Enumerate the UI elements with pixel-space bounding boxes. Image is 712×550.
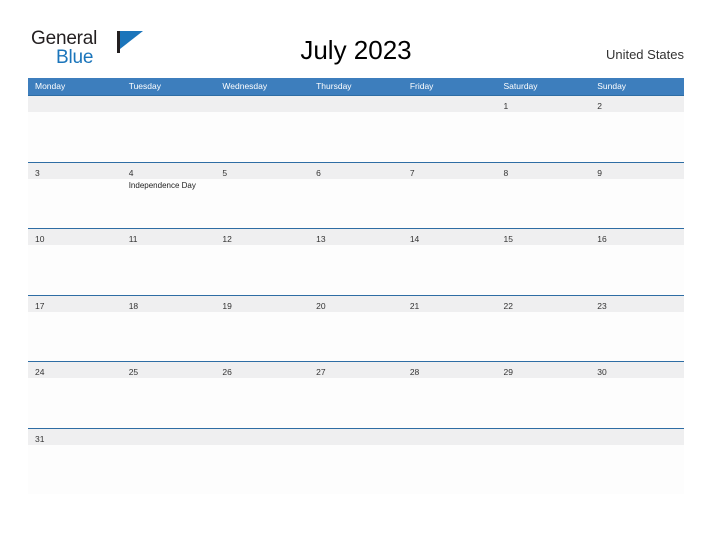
day-number: 25 xyxy=(128,367,139,377)
day-cell[interactable]: 19 xyxy=(215,296,309,312)
weekday-friday: Friday xyxy=(409,81,434,91)
country-label: United States xyxy=(605,47,684,62)
day-cell[interactable]: 25 xyxy=(122,362,216,378)
day-number: 22 xyxy=(503,300,513,311)
day-number: 17 xyxy=(35,300,45,311)
day-cell[interactable]: 14 xyxy=(403,229,497,245)
day-number: 20 xyxy=(316,300,326,311)
day-cell[interactable]: 20 xyxy=(309,296,403,312)
day-cell[interactable] xyxy=(403,429,497,445)
day-cell[interactable]: 16 xyxy=(590,229,684,245)
day-cell[interactable]: 3 xyxy=(28,163,122,179)
day-cell[interactable]: 7 xyxy=(403,163,497,179)
day-cell[interactable]: 4 Independence Day xyxy=(122,163,216,190)
calendar-table: Monday Tuesday Wednesday Thursday Friday… xyxy=(28,78,684,494)
day-number: 21 xyxy=(409,300,420,311)
day-number: 14 xyxy=(409,234,420,244)
week-row: 24 25 26 27 28 29 30 xyxy=(28,361,684,428)
day-cell[interactable] xyxy=(309,96,403,112)
day-cell[interactable]: 27 xyxy=(309,362,403,378)
calendar-page: General Blue July 2023 United States Mon… xyxy=(0,0,712,550)
day-cell[interactable] xyxy=(590,429,684,445)
day-cell[interactable]: 31 xyxy=(28,429,122,445)
day-number: 1 xyxy=(503,101,509,111)
day-cell[interactable]: 23 xyxy=(590,296,684,312)
week-row: 17 18 19 20 21 22 23 xyxy=(28,294,684,361)
day-number: 6 xyxy=(316,167,321,178)
week-row: 10 11 12 13 14 15 16 xyxy=(28,228,684,295)
week-row: 3 4 Independence Day 5 6 7 8 9 xyxy=(28,161,684,228)
weekday-sunday: Sunday xyxy=(597,81,627,91)
weekday-header-row: Monday Tuesday Wednesday Thursday Friday… xyxy=(28,78,684,95)
day-cell[interactable]: 18 xyxy=(122,296,216,312)
day-cell[interactable]: 12 xyxy=(215,229,309,245)
week-band: 3 4 Independence Day 5 6 7 8 9 xyxy=(28,162,684,190)
day-number: 31 xyxy=(35,433,45,444)
day-cell[interactable]: 2 xyxy=(590,96,684,112)
day-cell[interactable]: 10 xyxy=(28,229,122,245)
day-cell[interactable] xyxy=(497,429,591,445)
week-band: 31 xyxy=(28,428,684,445)
day-cell[interactable]: 9 xyxy=(590,163,684,179)
day-number: 2 xyxy=(597,101,602,111)
day-number: 23 xyxy=(597,300,607,311)
weekday-tuesday: Tuesday xyxy=(128,81,161,91)
week-row: 31 xyxy=(28,427,684,494)
day-cell[interactable] xyxy=(309,429,403,445)
day-number: 30 xyxy=(597,367,607,377)
day-number: 10 xyxy=(35,234,45,244)
day-number: 28 xyxy=(409,367,420,377)
week-band: 1 2 xyxy=(28,96,684,112)
day-number: 29 xyxy=(503,367,513,377)
day-number: 13 xyxy=(316,234,326,244)
weekday-saturday: Saturday xyxy=(503,81,538,91)
day-cell[interactable] xyxy=(122,429,216,445)
day-cell[interactable]: 6 xyxy=(309,163,403,179)
day-cell[interactable]: 21 xyxy=(403,296,497,312)
weekday-thursday: Thursday xyxy=(316,81,352,91)
day-number: 3 xyxy=(35,167,40,178)
day-cell[interactable] xyxy=(215,96,309,112)
day-cell[interactable] xyxy=(215,429,309,445)
day-cell[interactable]: 29 xyxy=(497,362,591,378)
day-cell[interactable] xyxy=(403,96,497,112)
day-number: 27 xyxy=(316,367,326,377)
day-number: 5 xyxy=(222,167,228,178)
weekday-monday: Monday xyxy=(35,81,66,91)
page-header: General Blue July 2023 United States xyxy=(0,0,712,78)
day-number: 7 xyxy=(409,167,415,178)
day-cell[interactable] xyxy=(122,96,216,112)
day-cell[interactable]: 30 xyxy=(590,362,684,378)
day-number: 24 xyxy=(35,367,45,377)
week-band: 17 18 19 20 21 22 23 xyxy=(28,295,684,312)
day-cell[interactable]: 17 xyxy=(28,296,122,312)
day-number: 4 xyxy=(128,167,134,178)
week-band: 24 25 26 27 28 29 30 xyxy=(28,362,684,378)
day-number: 9 xyxy=(597,167,602,178)
day-cell[interactable]: 11 xyxy=(122,229,216,245)
weekday-wednesday: Wednesday xyxy=(222,81,268,91)
day-cell[interactable]: 28 xyxy=(403,362,497,378)
day-number: 11 xyxy=(128,234,138,244)
day-cell[interactable]: 24 xyxy=(28,362,122,378)
day-cell[interactable] xyxy=(28,96,122,112)
day-cell[interactable]: 8 xyxy=(497,163,591,179)
day-event: Independence Day xyxy=(128,180,196,190)
day-number: 15 xyxy=(503,234,513,244)
week-row: 1 2 xyxy=(28,95,684,162)
day-cell[interactable]: 13 xyxy=(309,229,403,245)
day-cell[interactable]: 5 xyxy=(215,163,309,179)
day-cell[interactable]: 22 xyxy=(497,296,591,312)
day-cell[interactable]: 1 xyxy=(497,96,591,112)
day-cell[interactable]: 15 xyxy=(497,229,591,245)
day-number: 26 xyxy=(222,367,232,377)
day-cell[interactable]: 26 xyxy=(215,362,309,378)
day-number: 12 xyxy=(222,234,232,244)
day-number: 8 xyxy=(503,167,509,178)
day-number: 16 xyxy=(597,234,607,244)
week-band: 10 11 12 13 14 15 16 xyxy=(28,229,684,245)
day-number: 19 xyxy=(222,300,232,311)
day-number: 18 xyxy=(128,300,139,311)
